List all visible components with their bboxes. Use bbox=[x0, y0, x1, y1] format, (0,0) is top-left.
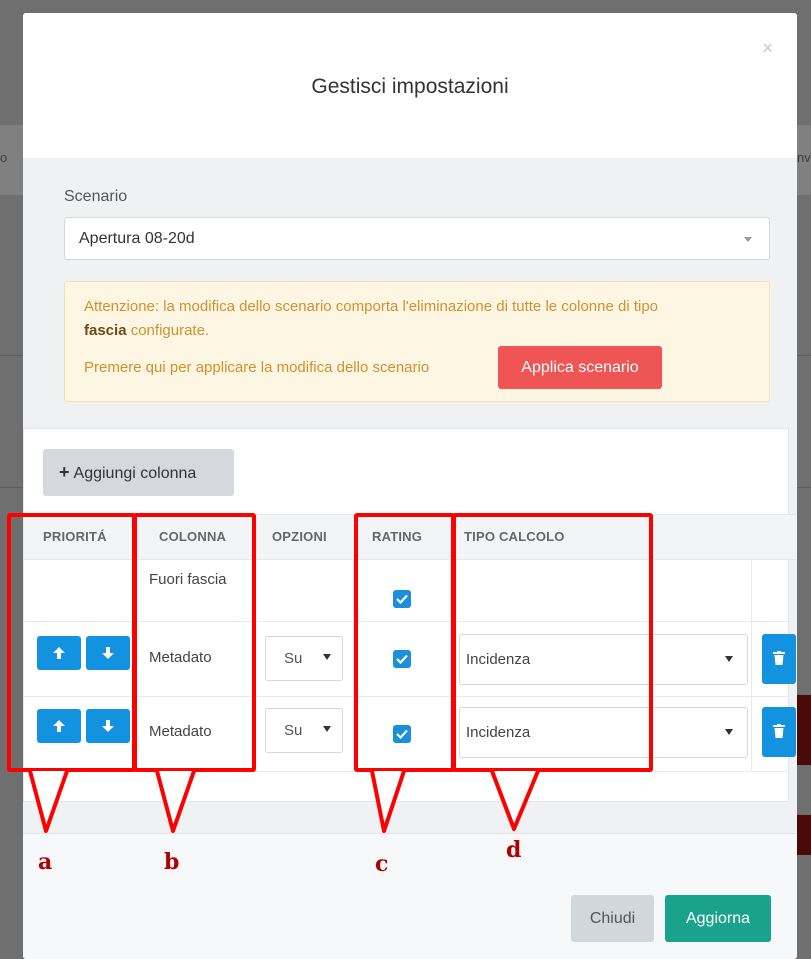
header-options: OPZIONI bbox=[272, 529, 327, 544]
table-row: Metadato Su Incidenza bbox=[24, 697, 796, 772]
calc-type-value: Incidenza bbox=[466, 651, 531, 668]
check-icon bbox=[396, 594, 408, 604]
background-text-fragment-right: nv bbox=[797, 150, 811, 165]
caret-down-icon bbox=[725, 656, 733, 662]
move-down-button[interactable] bbox=[86, 636, 130, 670]
delete-row-button[interactable] bbox=[762, 707, 796, 757]
header-rating: RATING bbox=[372, 529, 423, 544]
rating-checkbox[interactable] bbox=[393, 650, 411, 668]
move-up-button[interactable] bbox=[37, 636, 81, 670]
header-priority: PRIORITÁ bbox=[43, 529, 107, 544]
move-down-button[interactable] bbox=[86, 709, 130, 743]
alert-apply-prompt: Premere qui per applicare la modifica de… bbox=[84, 359, 430, 376]
arrow-up-icon bbox=[53, 647, 65, 659]
header-column: COLONNA bbox=[159, 529, 227, 544]
header-calc-type: TIPO CALCOLO bbox=[464, 529, 565, 544]
option-select[interactable]: Su bbox=[265, 708, 343, 753]
alert-text-after: configurate. bbox=[126, 322, 210, 339]
add-column-label: Aggiungi colonna bbox=[73, 465, 197, 482]
rating-checkbox[interactable] bbox=[393, 725, 411, 743]
background-text-fragment-left: o bbox=[0, 150, 8, 165]
table-row: Fuori fascia bbox=[24, 560, 790, 622]
close-button[interactable]: Chiudi bbox=[571, 895, 654, 942]
annotation-label-a: a bbox=[38, 849, 53, 875]
caret-down-icon bbox=[323, 726, 331, 732]
scenario-select[interactable]: Apertura 08-20d bbox=[64, 217, 770, 260]
modal-title: Gestisci impostazioni bbox=[311, 75, 509, 98]
arrow-down-icon bbox=[102, 720, 114, 732]
background-red-block bbox=[797, 815, 811, 855]
caret-down-icon bbox=[725, 729, 733, 735]
trash-icon bbox=[773, 651, 785, 665]
table-header: PRIORITÁ COLONNA OPZIONI RATING TIPO CAL… bbox=[24, 514, 797, 560]
arrow-up-icon bbox=[53, 720, 65, 732]
close-icon[interactable]: × bbox=[762, 39, 773, 57]
columns-panel: + Aggiungi colonna PRIORITÁ COLONNA OPZIO… bbox=[23, 428, 797, 802]
caret-down-icon bbox=[323, 654, 331, 660]
calc-type-select[interactable]: Incidenza bbox=[459, 707, 748, 758]
add-column-button[interactable]: + Aggiungi colonna bbox=[43, 449, 234, 496]
background-red-block bbox=[797, 695, 811, 765]
plus-icon: + bbox=[59, 462, 70, 482]
option-value: Su bbox=[284, 722, 303, 739]
alert-text-before: Attenzione: la modifica dello scenario c… bbox=[84, 298, 659, 315]
caret-down-icon bbox=[744, 237, 752, 242]
annotation-label-d: d bbox=[506, 837, 522, 863]
arrow-down-icon bbox=[102, 647, 114, 659]
alert-bold-word: fascia bbox=[84, 322, 127, 339]
settings-modal: Gestisci impostazioni × Scenario Apertur… bbox=[23, 13, 797, 959]
calc-type-value: Incidenza bbox=[466, 724, 531, 741]
warning-alert: Attenzione: la modifica dello scenario c… bbox=[64, 281, 770, 402]
scenario-selected-value: Apertura 08-20d bbox=[79, 230, 195, 247]
column-name: Metadato bbox=[149, 649, 212, 666]
trash-icon bbox=[773, 724, 785, 738]
check-icon bbox=[396, 654, 408, 664]
option-value: Su bbox=[284, 650, 303, 667]
modal-header: Gestisci impostazioni × bbox=[23, 13, 797, 158]
annotation-label-b: b bbox=[164, 849, 180, 875]
alert-message: Attenzione: la modifica dello scenario c… bbox=[84, 295, 754, 343]
apply-scenario-button[interactable]: Applica scenario bbox=[498, 346, 662, 389]
rating-checkbox[interactable] bbox=[393, 590, 411, 608]
check-icon bbox=[396, 729, 408, 739]
column-name: Metadato bbox=[149, 723, 212, 740]
scenario-label: Scenario bbox=[64, 188, 128, 205]
column-name: Fuori fascia bbox=[149, 571, 227, 588]
update-button[interactable]: Aggiorna bbox=[665, 895, 771, 942]
table-row: Metadato Su Incidenza bbox=[24, 622, 796, 697]
calc-type-select[interactable]: Incidenza bbox=[459, 634, 748, 685]
annotation-label-c: c bbox=[375, 851, 389, 877]
move-up-button[interactable] bbox=[37, 709, 81, 743]
delete-row-button[interactable] bbox=[762, 634, 796, 684]
option-select[interactable]: Su bbox=[265, 636, 343, 681]
